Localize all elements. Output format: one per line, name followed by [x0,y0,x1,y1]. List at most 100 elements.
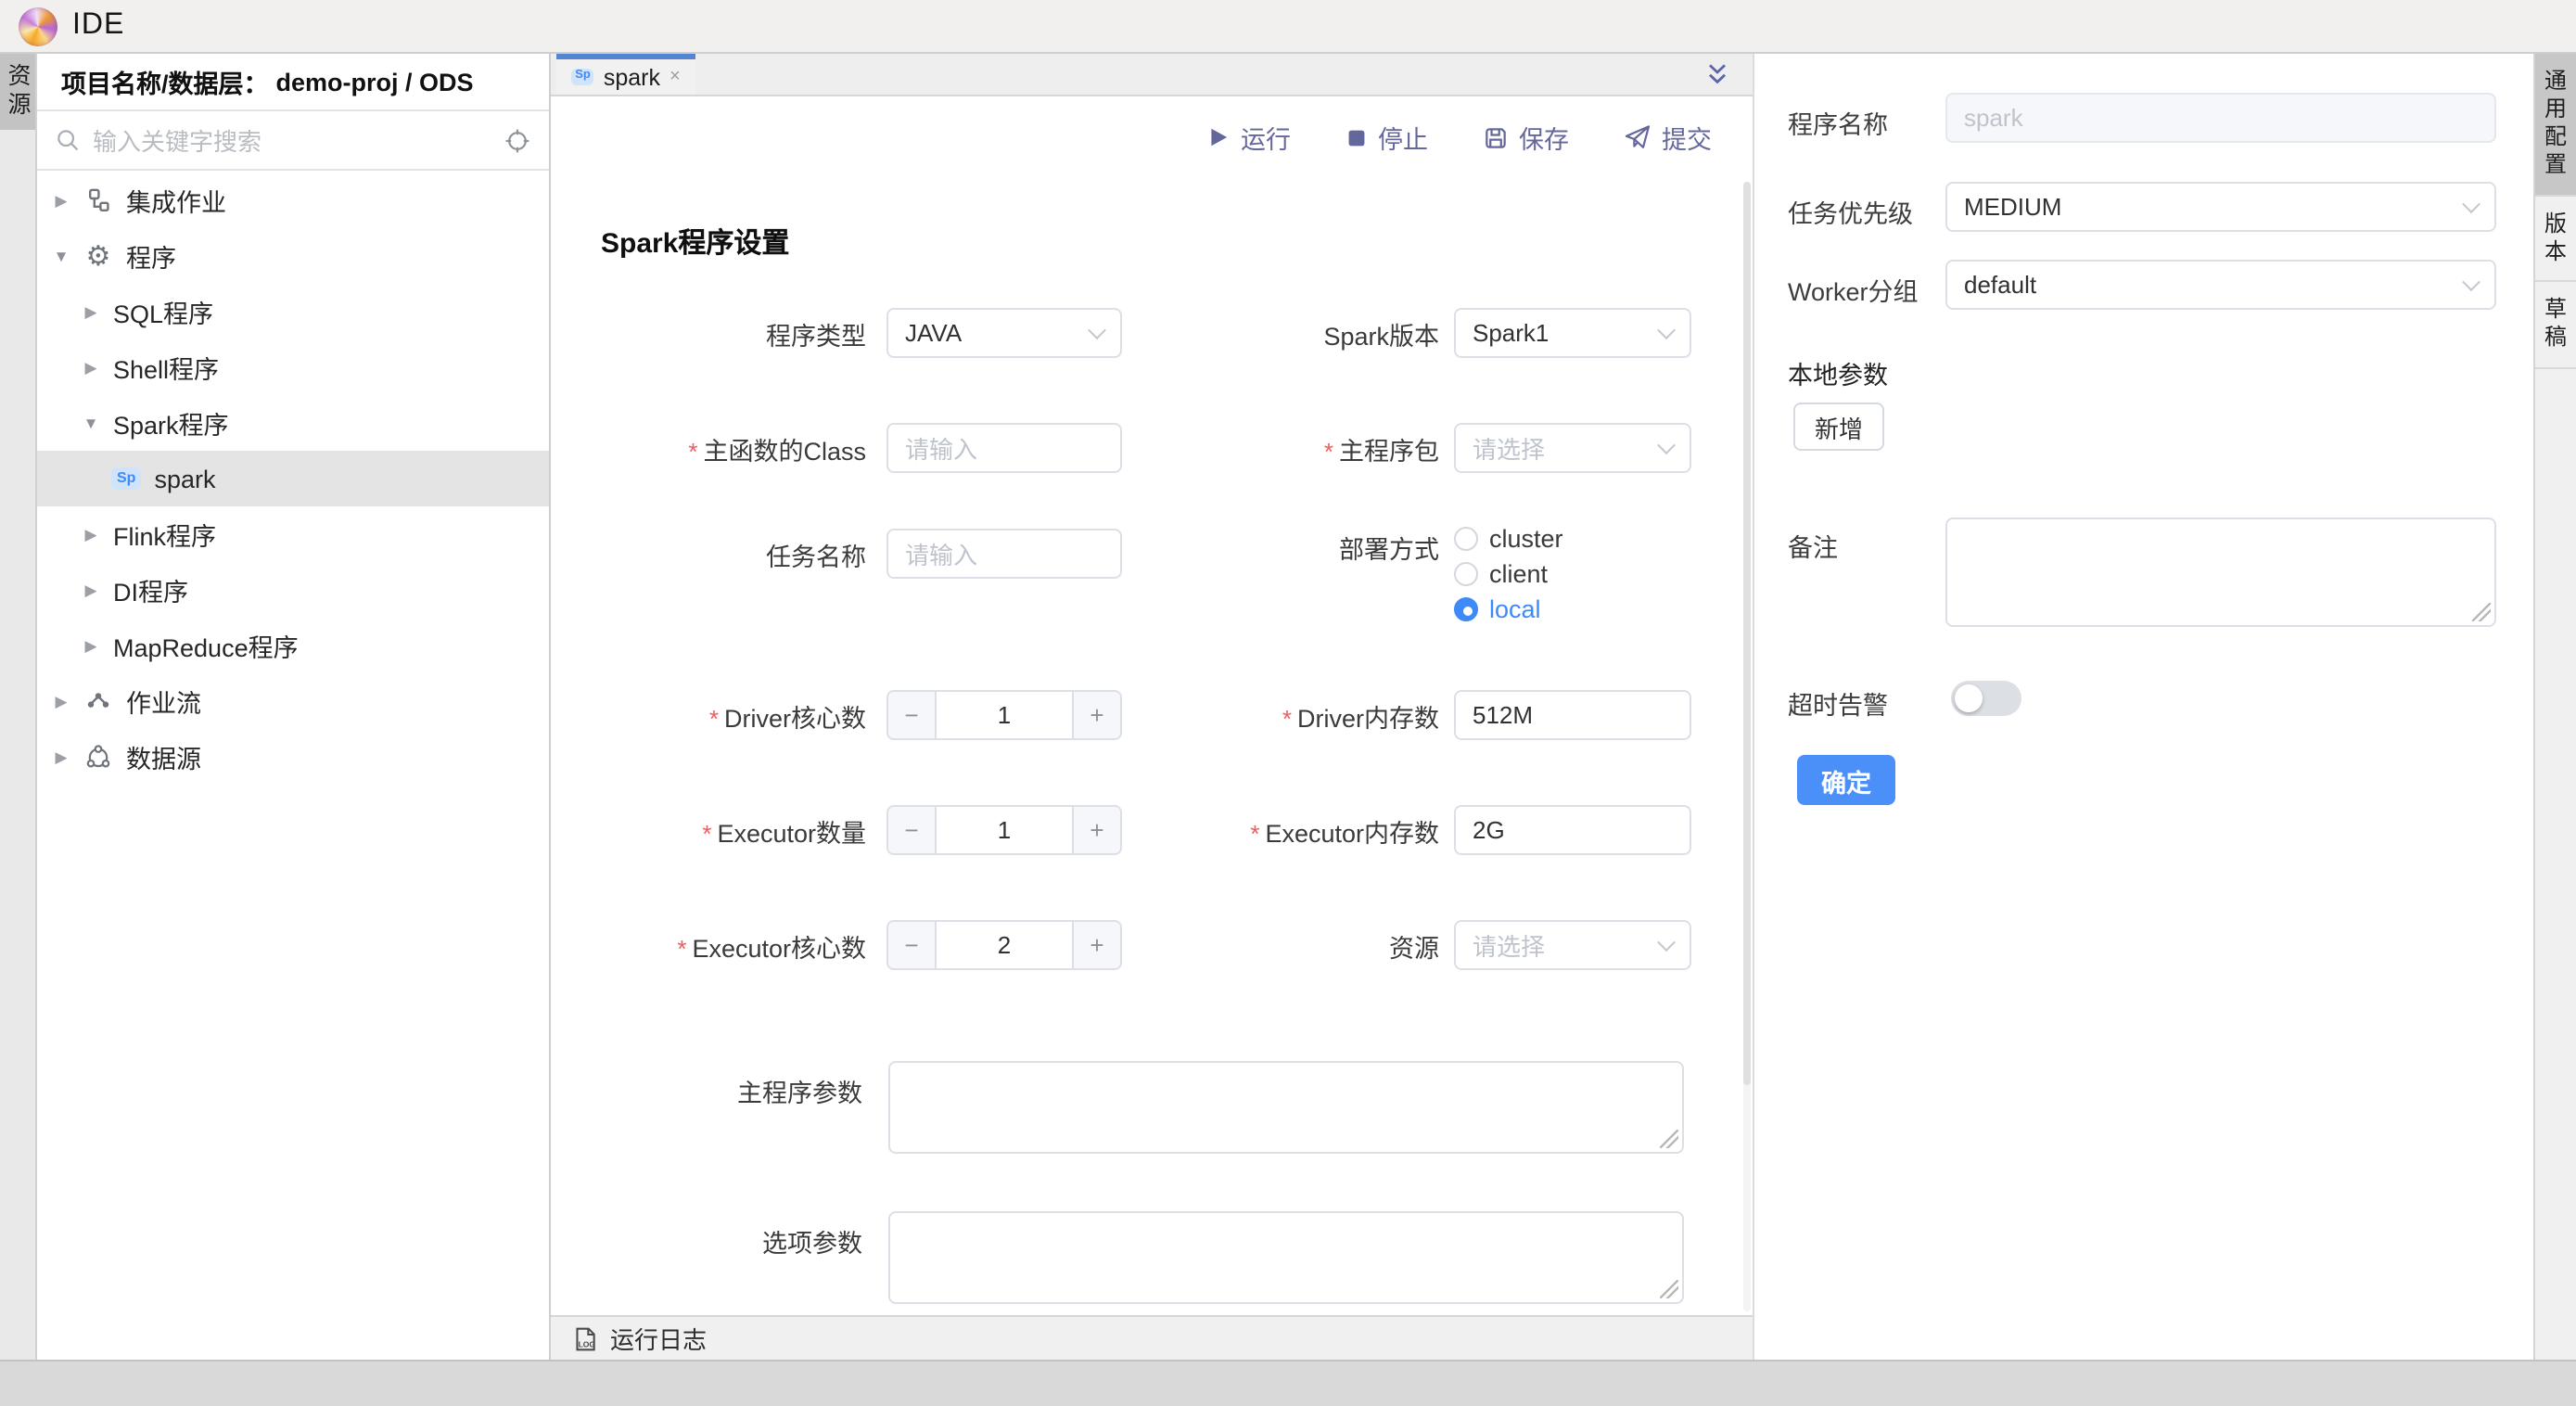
task-name-placeholder: 请输入 [905,536,977,571]
tree-search-bar[interactable]: 输入关键字搜索 [37,111,549,171]
tree-item-label: SQL程序 [113,293,213,330]
chevron-down-icon[interactable]: ▼ [82,414,100,432]
tree-item-mapreduce-programs[interactable]: ▶ MapReduce程序 [37,618,549,673]
remark-textarea[interactable] [1945,518,2496,627]
executor-memory-input[interactable]: 2G [1454,805,1691,855]
tree-item-sql-programs[interactable]: ▶ SQL程序 [37,284,549,339]
tree-item-spark-selected[interactable]: Sp spark [37,451,549,506]
priority-value: MEDIUM [1964,193,2061,221]
tab-title: spark [604,64,660,90]
chevron-right-icon[interactable]: ▶ [82,301,100,322]
timeout-alarm-toggle[interactable] [1951,681,2021,716]
executor-count-value[interactable]: 1 [937,807,1072,853]
run-log-bar[interactable]: LOG 运行日志 [551,1315,1753,1360]
svg-text:LOG: LOG [579,1339,596,1348]
add-param-button[interactable]: 新增 [1793,403,1884,451]
locate-target-icon[interactable] [504,127,530,153]
worker-group-select[interactable]: default [1945,260,2496,310]
radio-local[interactable]: local [1454,595,1541,621]
resource-select[interactable]: 请选择 [1454,920,1691,970]
tree-item-di-programs[interactable]: ▶ DI程序 [37,562,549,618]
resize-grip-icon[interactable] [2472,603,2491,621]
tree-item-label: spark [154,465,215,492]
tree-item-spark-programs[interactable]: ▼ Spark程序 [37,395,549,451]
radio-cluster[interactable]: cluster [1454,525,1563,551]
chevron-right-icon[interactable]: ▶ [82,357,100,377]
top-bar: IDE [0,0,2576,54]
tree-item-integration-jobs[interactable]: ▶ 集成作业 [37,173,549,228]
executor-cores-value[interactable]: 2 [937,922,1072,968]
main-package-select[interactable]: 请选择 [1454,423,1691,473]
tab-resources[interactable]: 资源 [0,54,35,130]
stop-button[interactable]: 停止 [1346,119,1428,156]
resize-grip-icon[interactable] [1660,1130,1678,1148]
radio-icon[interactable] [1454,561,1478,585]
resource-row: 资源 请选择 [1144,920,1691,970]
chevron-right-icon[interactable]: ▶ [52,691,70,711]
task-name-input[interactable]: 请输入 [886,529,1122,579]
minus-button[interactable]: − [888,692,937,738]
run-log-label: 运行日志 [610,1321,707,1356]
driver-memory-input[interactable]: 512M [1454,690,1691,740]
search-input[interactable]: 输入关键字搜索 [93,122,491,158]
plus-button[interactable]: + [1072,922,1120,968]
chevron-down-icon [2462,273,2480,291]
tree-item-label: 集成作业 [126,182,226,219]
chevron-right-icon[interactable]: ▶ [82,524,100,544]
program-name-placeholder: spark [1964,104,2023,132]
confirm-button[interactable]: 确定 [1797,755,1895,805]
program-name-input[interactable]: spark [1945,93,2496,143]
form-scrollbar[interactable] [1743,182,1751,1311]
resize-grip-icon[interactable] [1660,1280,1678,1298]
option-args-textarea[interactable] [888,1211,1684,1304]
chevron-right-icon[interactable]: ▶ [52,747,70,767]
submit-button[interactable]: 提交 [1625,119,1712,156]
tab-drafts[interactable]: 草稿 [2535,282,2576,369]
tree-item-programs[interactable]: ▼ ⚙ 程序 [37,228,549,284]
tab-versions[interactable]: 版本 [2535,197,2576,282]
radio-client[interactable]: client [1454,560,1548,586]
minus-button[interactable]: − [888,922,937,968]
local-params-label: 本地参数 [1788,354,1888,391]
option-args-label: 选项参数 [551,1211,862,1259]
deploy-mode-row: 部署方式 cluster client local [1144,525,1563,621]
tree-item-shell-programs[interactable]: ▶ Shell程序 [37,339,549,395]
driver-cores-value[interactable]: 1 [937,692,1072,738]
program-name-label: 程序名称 [1788,104,1888,141]
plus-button[interactable]: + [1072,807,1120,853]
resource-label: 资源 [1144,927,1439,964]
executor-memory-value: 2G [1473,816,1505,844]
tree-item-flink-programs[interactable]: ▶ Flink程序 [37,506,549,562]
spark-version-select[interactable]: Spark1 [1454,308,1691,358]
tab-general-config[interactable]: 通用配置 [2535,54,2576,197]
datasource-icon [83,742,113,772]
log-file-icon: LOG [573,1325,597,1351]
tree-item-label: 作业流 [126,683,201,720]
scrollbar-thumb[interactable] [1743,182,1751,1085]
radio-icon[interactable] [1454,526,1478,550]
plus-button[interactable]: + [1072,692,1120,738]
minus-button[interactable]: − [888,807,937,853]
save-button[interactable]: 保存 [1484,119,1569,156]
tab-spark[interactable]: Sp spark × [556,54,695,95]
program-type-select[interactable]: JAVA [886,308,1122,358]
stop-label: 停止 [1378,119,1428,156]
tree-item-datasources[interactable]: ▶ 数据源 [37,729,549,785]
close-icon[interactable]: × [670,68,681,86]
chevron-right-icon[interactable]: ▶ [82,635,100,656]
chevron-down-icon[interactable]: ▼ [52,247,70,265]
chevron-down-icon [2462,195,2480,213]
radio-checked-icon[interactable] [1454,596,1478,620]
chevron-right-icon[interactable]: ▶ [52,190,70,211]
collapse-panel-button[interactable] [1704,61,1730,87]
priority-select[interactable]: MEDIUM [1945,182,2496,232]
tree-item-workflows[interactable]: ▶ 作业流 [37,673,549,729]
run-button[interactable]: 运行 [1207,119,1291,156]
spark-version-label: Spark版本 [1144,314,1439,352]
editor-toolbar: 运行 停止 保存 提交 [551,96,1753,178]
chevron-right-icon[interactable]: ▶ [82,580,100,600]
main-args-textarea[interactable] [888,1061,1684,1154]
main-class-input[interactable]: 请输入 [886,423,1122,473]
bottom-status-strip [0,1360,2576,1406]
spark-file-badge: Sp [111,467,141,490]
